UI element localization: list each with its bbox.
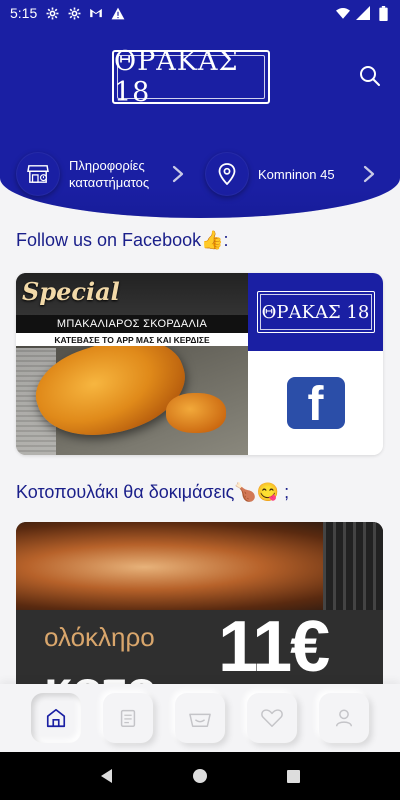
promo-subtitle: ΚΑΤΕΒΑΣΕ ΤΟ APP ΜΑΣ ΚΑΙ ΚΕΡΔΙΣΕ: [16, 333, 248, 346]
brand-logo[interactable]: ΘΡΑΚΑΣ 18: [112, 46, 270, 108]
facebook-card[interactable]: Special ΜΠΑΚΑΛΙΑΡΟΣ ΣΚΟΡΔΑΛΙΑ ΚΑΤΕΒΑΣΕ Τ…: [16, 273, 383, 455]
promo-special-text: Special: [22, 277, 120, 306]
system-navigation-bar: [0, 752, 400, 800]
menu-icon: [120, 709, 136, 727]
heart-icon: [261, 709, 283, 727]
basket-icon: [189, 713, 211, 727]
facebook-promo-image: Special ΜΠΑΚΑΛΙΑΡΟΣ ΣΚΟΡΔΑΛΙΑ ΚΑΤΕΒΑΣΕ Τ…: [16, 273, 248, 455]
wifi-icon: [336, 6, 350, 20]
status-time: 5:15: [10, 5, 38, 21]
search-icon: [360, 66, 380, 86]
store-info-label: Πληροφορίες καταστήματος: [69, 158, 150, 190]
store-info-row: Πληροφορίες καταστήματος Komninon 45: [0, 150, 400, 198]
home-icon: [46, 708, 66, 728]
search-button[interactable]: [358, 64, 382, 88]
location-pin-icon: [218, 163, 236, 185]
battery-icon: [376, 5, 390, 21]
location-icon-circle: [205, 152, 249, 196]
store-info-button[interactable]: Πληροφορίες καταστήματος: [16, 150, 187, 198]
mini-brand-logo: ΘΡΑΚΑΣ 18: [256, 291, 375, 333]
chicken-promo-card[interactable]: ολόκληρο 11€ κοτο: [16, 522, 383, 697]
profile-icon: [335, 709, 353, 727]
chevron-right-icon: [360, 165, 378, 183]
warning-icon: [111, 6, 125, 20]
signal-icon: [356, 6, 370, 20]
nav-favorites-button[interactable]: [247, 693, 297, 743]
chevron-right-icon: [169, 165, 187, 183]
nav-menu-button[interactable]: [103, 693, 153, 743]
settings-icon: [67, 6, 81, 20]
bottom-navigation: [0, 684, 400, 752]
brand-logo-text: ΘΡΑΚΑΣ 18: [114, 46, 239, 108]
nav-home-button[interactable]: [31, 693, 81, 743]
facebook-side-panel: ΘΡΑΚΑΣ 18 f: [248, 273, 383, 455]
facebook-icon: f: [286, 377, 345, 429]
app-header: ΘΡΑΚΑΣ 18 Πληροφορίες καταστήματος Komni…: [0, 26, 400, 218]
promo-whole-text: ολόκληρο: [44, 622, 155, 652]
facebook-section-title: Follow us on Facebook👍:: [16, 230, 229, 250]
store-icon-circle: [16, 152, 60, 196]
chicken-section-title: Κοτοπουλάκι θα δοκιμάσεις🍗😋 ;: [16, 482, 290, 502]
promo-price: 11€: [218, 607, 330, 687]
nav-basket-button[interactable]: [175, 693, 225, 743]
back-icon[interactable]: [99, 768, 115, 784]
address-label: Komninon 45: [258, 166, 335, 182]
home-circle-icon[interactable]: [192, 768, 208, 784]
store-icon: [27, 165, 49, 183]
recents-icon[interactable]: [286, 769, 301, 784]
promo-title: ΜΠΑΚΑΛΙΑΡΟΣ ΣΚΟΡΔΑΛΙΑ: [16, 315, 248, 333]
nav-profile-button[interactable]: [319, 693, 369, 743]
address-button[interactable]: Komninon 45: [205, 150, 378, 198]
status-bar: 5:15: [0, 0, 400, 26]
settings-icon: [45, 6, 59, 20]
gmail-icon: [89, 6, 103, 20]
